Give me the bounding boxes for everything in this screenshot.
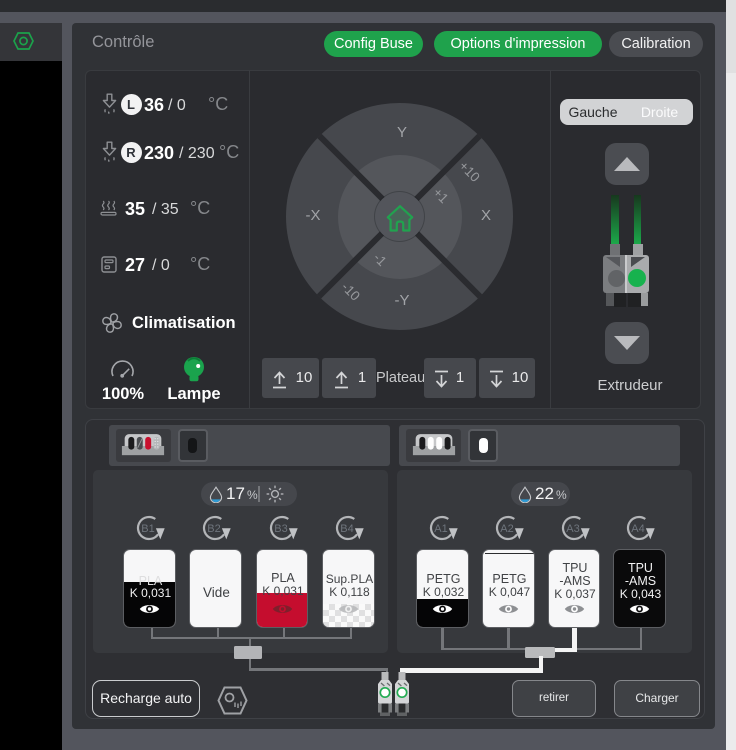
svg-text:B4: B4 — [340, 523, 353, 535]
svg-text:A3: A3 — [566, 523, 579, 535]
svg-text:A4: A4 — [631, 523, 644, 535]
svg-text:B2: B2 — [207, 523, 220, 535]
svg-text:A1: A1 — [434, 523, 447, 535]
svg-text:B3: B3 — [274, 523, 287, 535]
svg-text:A2: A2 — [500, 523, 513, 535]
svg-text:B1: B1 — [141, 523, 154, 535]
